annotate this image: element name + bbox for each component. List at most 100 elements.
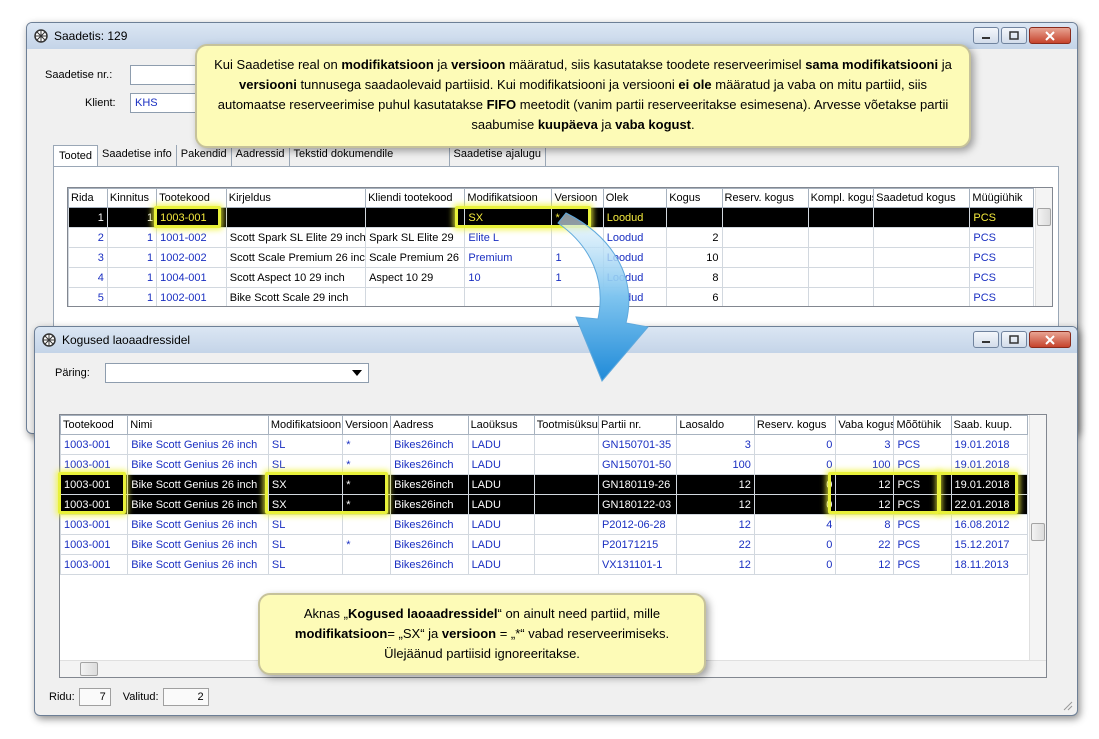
callout-bold: versioon [451, 57, 506, 72]
maximize-button[interactable] [1001, 27, 1027, 44]
tab-tooted[interactable]: Tooted [53, 145, 99, 166]
minimize-button[interactable] [973, 27, 999, 44]
table-cell: 12 [676, 554, 755, 575]
col-header[interactable]: Tootmisüksus [533, 415, 599, 435]
table-cell: Bike Scott Genius 26 inch [127, 454, 269, 475]
klient-label: Klient: [85, 97, 116, 109]
table-row[interactable]: 1003-001 Bike Scott Genius 26 inch SL * Bike… [60, 454, 1028, 475]
table-cell [807, 247, 875, 268]
col-header[interactable]: Aadress [390, 415, 469, 435]
col-header[interactable]: Saadetud kogus [873, 188, 971, 208]
scroll-thumb[interactable] [1037, 208, 1051, 226]
kogused-title: Kogused laoaadressidel [62, 333, 191, 347]
tooted-vscroll[interactable] [1035, 188, 1052, 306]
table-cell: 1003-001 [60, 554, 129, 575]
col-header[interactable]: Rida [68, 188, 108, 208]
table-row[interactable]: 1003-001 Bike Scott Genius 26 inch SL Bikes… [60, 554, 1028, 575]
col-header[interactable]: Partii nr. [597, 415, 678, 435]
col-header[interactable]: Mõõtühik [893, 415, 952, 435]
table-cell: 1003-001 [60, 534, 129, 555]
table-cell: 0 [753, 454, 837, 475]
table-cell [464, 287, 553, 306]
col-header[interactable]: Müügiühik [969, 188, 1034, 208]
tab-saadetise-info[interactable]: Saadetise info [98, 145, 177, 166]
callout-bottom: Aknas „Kogused laoaadressidel“ on ainult… [258, 593, 706, 675]
col-header[interactable]: Kirjeldus [225, 188, 367, 208]
paring-select[interactable] [105, 363, 369, 383]
kogused-vscroll[interactable] [1029, 415, 1046, 660]
table-cell: Bikes26inch [390, 434, 469, 455]
table-cell: 1003-001 [60, 434, 129, 455]
table-cell: 12 [835, 494, 895, 515]
close-button[interactable] [1029, 27, 1071, 44]
col-header[interactable]: Reserv. kogus [753, 415, 837, 435]
callout-bold: modifikatsioon [341, 57, 434, 72]
tab-aadressid[interactable]: Aadressid [232, 145, 290, 166]
col-header[interactable]: Reserv. kogus [721, 188, 809, 208]
col-header[interactable]: Saab. kuup. [950, 415, 1028, 435]
table-cell: PCS [893, 514, 952, 535]
col-header[interactable]: Kinnitus [106, 188, 158, 208]
col-header[interactable]: Vaba kogus [835, 415, 895, 435]
table-cell: Bike Scott Genius 26 inch [127, 494, 269, 515]
table-cell: * [342, 474, 392, 495]
scroll-thumb[interactable] [1031, 523, 1045, 541]
col-header[interactable]: Kliendi tootekood [365, 188, 466, 208]
table-cell: 0 [753, 474, 837, 495]
resize-grip-icon[interactable] [1061, 699, 1073, 711]
table-cell: LADU [467, 434, 535, 455]
col-header[interactable]: Modifikatsioon [267, 415, 344, 435]
col-header[interactable]: Nimi [127, 415, 269, 435]
col-header[interactable]: Laosaldo [676, 415, 755, 435]
table-cell: PCS [969, 207, 1034, 228]
tab-pakendid[interactable]: Pakendid [177, 145, 232, 166]
table-cell: * [342, 454, 392, 475]
table-row[interactable]: 1003-001 Bike Scott Genius 26 inch SL * Bike… [60, 534, 1028, 555]
table-cell: 1 [106, 227, 158, 248]
col-header[interactable]: Tootekood [60, 415, 129, 435]
table-cell: 18.11.2013 [950, 554, 1028, 575]
table-cell: Bike Scott Genius 26 inch [127, 534, 269, 555]
table-cell: PCS [893, 474, 952, 495]
minimize-icon [982, 36, 990, 39]
tab-saadetise-ajalugu[interactable]: Saadetise ajalugu [450, 145, 547, 166]
table-cell [533, 534, 599, 555]
table-cell: PCS [893, 554, 952, 575]
table-cell [342, 514, 392, 535]
tab-tekstid[interactable]: Tekstid dokumendile [290, 145, 450, 166]
table-cell: PCS [893, 454, 952, 475]
table-cell: Bikes26inch [390, 554, 469, 575]
chevron-down-icon [352, 370, 362, 376]
callout-top-text: Kui Saadetise real on modifikatsioon ja … [211, 55, 955, 135]
table-row[interactable]: 1003-001 Bike Scott Genius 26 inch SX * Bike… [60, 474, 1028, 495]
table-cell: 22 [835, 534, 895, 555]
callout-text: . [691, 117, 695, 132]
table-cell [873, 207, 971, 228]
maximize-button[interactable] [1001, 331, 1027, 348]
arrow-icon [557, 212, 649, 382]
table-cell: Genius SL 26 [365, 207, 466, 228]
callout-bottom-text: Aknas „Kogused laoaadressidel“ on ainult… [276, 604, 688, 664]
table-cell: * [342, 434, 392, 455]
app-icon [42, 333, 56, 347]
table-row[interactable]: 1003-001 Bike Scott Genius 26 inch SL Bikes… [60, 514, 1028, 535]
table-cell [342, 554, 392, 575]
col-header[interactable]: Tootekood [156, 188, 227, 208]
col-header[interactable]: Kompl. kogus [807, 188, 875, 208]
table-cell: 15.12.2017 [950, 534, 1028, 555]
col-header[interactable]: Modifikatsioon [464, 188, 553, 208]
callout-text: määratud, siis kasutatakse toodete reser… [505, 57, 806, 72]
table-row[interactable]: 1003-001 Bike Scott Genius 26 inch SL * Bike… [60, 434, 1028, 455]
table-row[interactable]: 1003-001 Bike Scott Genius 26 inch SX * Bike… [60, 494, 1028, 515]
table-cell: 1002-001 [156, 287, 227, 306]
kogused-header-row: Tootekood Nimi Modifikatsioon Versioon A… [60, 415, 1028, 435]
close-button[interactable] [1029, 331, 1071, 348]
table-cell: 12 [676, 474, 755, 495]
col-header[interactable]: Laoüksus [467, 415, 535, 435]
callout-text: Kui Saadetise real on [214, 57, 342, 72]
table-cell: * [342, 494, 392, 515]
minimize-button[interactable] [973, 331, 999, 348]
col-header[interactable]: Versioon [342, 415, 392, 435]
table-cell: Scott Genius SL 26'' [225, 207, 367, 228]
scroll-thumb[interactable] [80, 662, 98, 676]
